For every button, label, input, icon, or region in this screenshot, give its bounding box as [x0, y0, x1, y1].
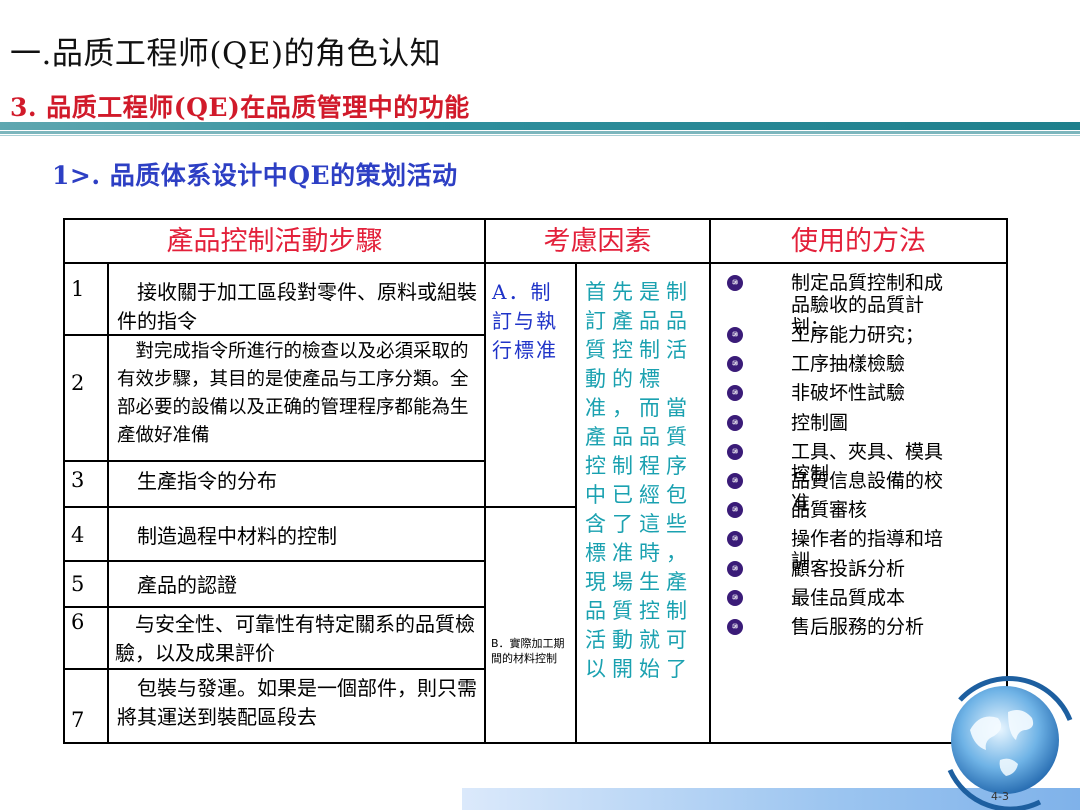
step-text: 接收關于加工區段對零件、原料或組裝件的指令: [117, 280, 477, 333]
method-item: ⑩ 制定品質控制和成品驗收的品質計划；: [727, 272, 952, 338]
methods-list: ⑩ 制定品質控制和成品驗收的品質計划； ⑩ 工序能力研究； ⑩ 工序抽樣檢驗 ⑩ 非破坏…: [727, 272, 952, 645]
numbered-bullet-icon: ⑩: [727, 327, 743, 343]
step-text: 与安全性、可靠性有特定關系的品質檢驗，以及成果評价: [115, 612, 475, 665]
numbered-bullet-icon: ⑩: [727, 472, 743, 489]
method-item: ⑩ 最佳品質成本: [727, 587, 952, 616]
factor-description: 首先是制訂產品品質控制活動的標准，而當產品品質控制程序中已經包含了這些標准時，現…: [585, 280, 693, 681]
numbered-bullet-icon: ⑩: [727, 531, 743, 548]
step-number: 6: [71, 610, 85, 634]
factor-b-text: B．實際加工期間的材料控制: [491, 637, 565, 665]
method-item: ⑩ 操作者的指導和培訓: [727, 528, 952, 572]
globe-icon: [947, 676, 1073, 810]
slide-title: 一.品质工程师(QE)的角色认知: [10, 36, 442, 72]
method-item: ⑩ 顧客投訴分析: [727, 558, 952, 587]
factor-a-cell: A．制訂与執行標准: [486, 264, 577, 508]
step-number: 1: [71, 277, 85, 301]
numbered-bullet-icon: ⑩: [727, 618, 743, 635]
method-item: ⑩ 品質審核: [727, 499, 952, 528]
numbered-bullet-icon: ⑩: [727, 443, 743, 460]
page-number: 4-3: [991, 790, 1009, 803]
header-factors: 考慮因素: [486, 220, 711, 264]
header-steps: 產品控制活動步驟: [65, 220, 486, 264]
method-item: ⑩ 工序能力研究；: [727, 324, 952, 353]
step-text: 生產指令的分布: [117, 469, 277, 493]
section-heading: 1>. 品质体系设计中QE的策划活动: [52, 161, 458, 190]
step-row: 6 与安全性、可靠性有特定關系的品質檢驗，以及成果評价: [65, 608, 486, 670]
method-item: ⑩ 品質信息設備的校准: [727, 470, 952, 514]
factor-b-cell: B．實際加工期間的材料控制: [486, 508, 577, 742]
factor-description-cell: 首先是制訂產品品質控制活動的標准，而當產品品質控制程序中已經包含了這些標准時，現…: [577, 264, 711, 742]
numbered-bullet-icon: ⑩: [727, 502, 743, 519]
step-text: 制造過程中材料的控制: [117, 524, 337, 548]
numbered-bullet-icon: ⑩: [727, 385, 743, 402]
numbered-bullet-icon: ⑩: [727, 275, 743, 291]
step-row: 2 對完成指令所進行的檢查以及必須采取的有效步驟，其目的是使產品与工序分類。全部…: [65, 336, 486, 462]
step-number: 4: [71, 523, 85, 547]
factor-a-text: A．制訂与執行標准: [492, 280, 558, 362]
divider-band: [0, 122, 1080, 138]
slide-subtitle: 3. 品质工程师(QE)在品质管理中的功能: [10, 93, 470, 122]
step-row: 7 包裝与發運。如果是一個部件，則只需將其運送到裝配區段去: [65, 670, 486, 742]
step-row: 5 產品的認證: [65, 562, 486, 608]
step-text: 對完成指令所進行的檢查以及必須采取的有效步驟，其目的是使產品与工序分類。全部必要…: [117, 341, 469, 446]
header-methods: 使用的方法: [711, 220, 1006, 264]
numbered-bullet-icon: ⑩: [727, 589, 743, 606]
method-item: ⑩ 工序抽樣檢驗: [727, 353, 952, 382]
method-item: ⑩ 控制圖: [727, 412, 952, 441]
step-number: 2: [71, 371, 85, 395]
numbered-bullet-icon: ⑩: [727, 414, 743, 431]
numbered-bullet-icon: ⑩: [727, 356, 743, 373]
step-text: 包裝与發運。如果是一個部件，則只需將其運送到裝配區段去: [117, 676, 477, 729]
numbered-bullet-icon: ⑩: [727, 560, 743, 577]
step-row: 3 生產指令的分布: [65, 462, 486, 508]
step-number: 3: [71, 468, 85, 492]
method-item: ⑩ 工具、夾具、模具控制: [727, 441, 952, 485]
step-text: 產品的認證: [117, 573, 237, 597]
step-row: 4 制造過程中材料的控制: [65, 508, 486, 562]
method-item: ⑩ 售后服務的分析: [727, 616, 952, 645]
method-item: ⑩ 非破坏性試驗: [727, 382, 952, 411]
step-number: 7: [71, 708, 85, 732]
step-number: 5: [71, 572, 85, 596]
step-row: 1 接收關于加工區段對零件、原料或組裝件的指令: [65, 264, 486, 336]
quality-planning-table: 產品控制活動步驟 考慮因素 使用的方法 1 接收關于加工區段對零件、原料或組裝件…: [63, 218, 1008, 744]
